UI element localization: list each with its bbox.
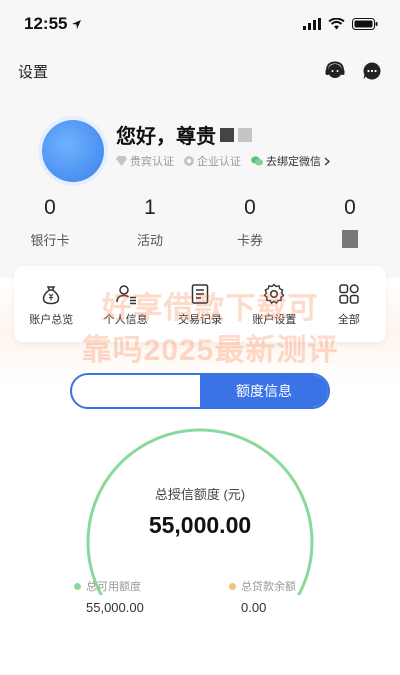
- total-credit-label: 总授信额度 (元): [154, 487, 246, 502]
- stat-coupons[interactable]: 0 卡券: [200, 194, 300, 248]
- outstanding-loan: 总贷款余额 0.00: [229, 578, 296, 615]
- available-legend-dot: [74, 582, 81, 590]
- wechat-icon: [251, 156, 263, 166]
- time-text: 12:55: [24, 14, 68, 33]
- chevron-right-icon: [324, 157, 330, 165]
- menu-item-all[interactable]: 全部: [312, 266, 386, 342]
- menu-item-personal-info[interactable]: 个人信息: [88, 266, 162, 342]
- verification-badges: 贵宾认证 企业认证 去绑定微信: [116, 153, 330, 169]
- available-credit-value: 55,000.00: [86, 600, 144, 615]
- available-credit-title: 总可用额度: [74, 578, 144, 594]
- bind-wechat-label: 去绑定微信: [266, 156, 321, 168]
- settings-link[interactable]: 设置: [18, 61, 48, 82]
- business-icon: [184, 156, 194, 166]
- menu-label: 交易记录: [178, 314, 223, 326]
- menu-item-account-overview[interactable]: 账户总览: [14, 266, 88, 342]
- stat-activities[interactable]: 1 活动: [100, 194, 200, 248]
- credit-gauge: [86, 428, 314, 595]
- document-icon: [191, 284, 209, 304]
- business-verification-badge[interactable]: 企业认证: [184, 153, 241, 169]
- menu-item-transactions[interactable]: 交易记录: [163, 266, 237, 342]
- wifi-icon: [328, 18, 345, 30]
- outstanding-loan-title: 总贷款余额: [229, 578, 296, 594]
- menu-item-account-settings[interactable]: 账户设置: [237, 266, 311, 342]
- cellular-signal-icon: [303, 18, 321, 30]
- status-bar: 12:55: [0, 0, 400, 48]
- available-credit-label: 总可用额度: [86, 581, 141, 593]
- outstanding-loan-label: 总贷款余额: [241, 581, 296, 593]
- gear-icon: [263, 283, 285, 304]
- masked-label-block: [342, 230, 358, 248]
- stat-value: 0: [244, 196, 256, 219]
- money-bag-icon: [43, 286, 60, 305]
- grid-icon: [339, 284, 359, 304]
- stats-row: 0 银行卡 1 活动 0 卡券 0: [0, 194, 400, 248]
- stat-masked[interactable]: 0: [300, 194, 400, 248]
- vip-verification-label: 贵宾认证: [130, 156, 174, 168]
- diamond-icon: [116, 156, 127, 166]
- menu-label: 账户设置: [252, 314, 297, 326]
- outstanding-legend-dot: [229, 582, 236, 590]
- stat-value: 1: [144, 196, 156, 219]
- status-icons: [303, 18, 378, 30]
- bind-wechat-link[interactable]: 去绑定微信: [251, 153, 330, 169]
- location-arrow-icon: [72, 19, 82, 29]
- masked-name-block: [220, 127, 234, 142]
- business-verification-label: 企业认证: [197, 156, 241, 168]
- stat-label: 活动: [136, 232, 163, 248]
- status-time: 12:55: [24, 14, 82, 34]
- greeting-text: 您好，尊贵: [116, 120, 252, 149]
- available-credit: 总可用额度 55,000.00: [74, 578, 144, 615]
- menu-label: 账户总览: [29, 314, 74, 326]
- stat-bank-cards[interactable]: 0 银行卡: [0, 194, 100, 248]
- user-list-icon: [115, 285, 136, 305]
- greeting-label: 您好，尊贵: [116, 126, 216, 148]
- masked-name-block: [238, 127, 252, 142]
- message-icon[interactable]: [362, 61, 382, 81]
- menu-label: 全部: [337, 314, 360, 326]
- battery-icon: [352, 18, 378, 30]
- avatar[interactable]: [42, 120, 104, 182]
- total-credit-amount: 55,000.00: [148, 512, 252, 538]
- stat-value: 0: [344, 196, 356, 219]
- outstanding-loan-value: 0.00: [241, 600, 267, 615]
- vip-verification-badge[interactable]: 贵宾认证: [116, 153, 174, 169]
- nav-bar: 设置: [0, 54, 400, 88]
- customer-service-icon[interactable]: [324, 60, 346, 82]
- toggle-right-label: 额度信息: [236, 383, 292, 399]
- stat-label: 卡券: [236, 232, 263, 248]
- menu-card: 账户总览 个人信息 交易记录 账户设置 全部: [14, 266, 386, 342]
- stat-value: 0: [44, 196, 56, 219]
- toggle-option-left[interactable]: [72, 375, 200, 407]
- menu-label: 个人信息: [103, 314, 148, 326]
- stat-label: 银行卡: [30, 232, 70, 248]
- view-toggle[interactable]: 额度信息: [70, 373, 330, 409]
- toggle-option-right[interactable]: 额度信息: [200, 375, 328, 407]
- stat-label: [300, 230, 400, 248]
- nav-icons: [324, 60, 382, 82]
